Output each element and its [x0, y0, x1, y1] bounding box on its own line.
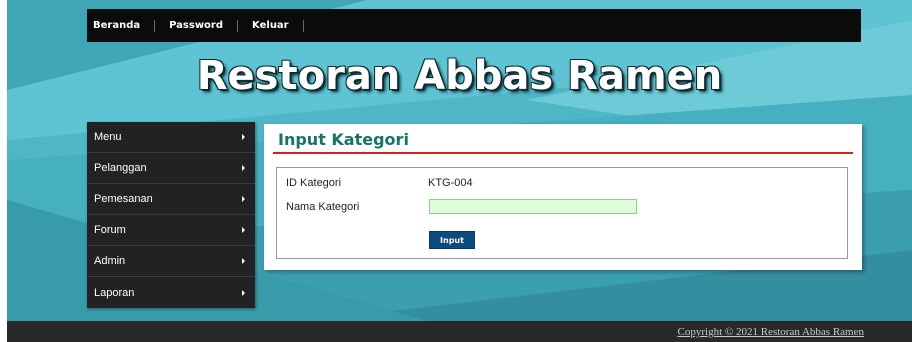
sidebar-item-label: Admin — [94, 255, 126, 267]
chevron-right-icon — [242, 289, 245, 296]
footer: Copyright © 2021 Restoran Abbas Ramen — [7, 321, 912, 342]
chevron-right-icon — [242, 196, 245, 202]
nav-link-password[interactable]: Password — [155, 19, 239, 32]
input-category-form: ID Kategori KTG-004 Nama Kategori Input — [276, 167, 848, 259]
sidebar-item-label: Menu — [94, 131, 122, 143]
site-title: Restoran Abbas Ramen — [196, 53, 723, 99]
sidebar-menu: Menu Pelanggan Pemesanan Forum Admin Lap… — [87, 122, 255, 308]
page: Beranda Password Keluar Restoran Abbas R… — [7, 0, 912, 342]
content-panel: Input Kategori ID Kategori KTG-004 Nama … — [264, 124, 862, 270]
id-category-value: KTG-004 — [428, 177, 473, 189]
sidebar-item-label: Pemesanan — [94, 193, 153, 205]
sidebar-item-laporan[interactable]: Laporan — [87, 277, 255, 308]
chevron-right-icon — [242, 227, 245, 233]
sidebar-item-forum[interactable]: Forum — [87, 215, 255, 246]
input-submit-button[interactable]: Input — [429, 231, 475, 249]
category-name-label: Nama Kategori — [286, 201, 360, 213]
title-divider — [273, 152, 853, 154]
sidebar-item-label: Pelanggan — [94, 162, 147, 174]
chevron-right-icon — [242, 134, 245, 140]
sidebar-item-label: Laporan — [94, 286, 135, 299]
page-title: Input Kategori — [278, 130, 409, 149]
sidebar-item-menu[interactable]: Menu — [87, 122, 255, 153]
sidebar-item-pelanggan[interactable]: Pelanggan — [87, 153, 255, 184]
sidebar-item-pemesanan[interactable]: Pemesanan — [87, 184, 255, 215]
chevron-right-icon — [242, 165, 245, 171]
sidebar-item-admin[interactable]: Admin — [87, 246, 255, 277]
nav-link-keluar[interactable]: Keluar — [238, 19, 304, 32]
sidebar-item-label: Forum — [94, 224, 126, 236]
id-category-label: ID Kategori — [286, 177, 342, 189]
top-navigation-bar: Beranda Password Keluar — [87, 9, 861, 42]
copyright-link[interactable]: Copyright © 2021 Restoran Abbas Ramen — [678, 326, 864, 338]
category-name-input[interactable] — [429, 199, 637, 214]
chevron-right-icon — [242, 258, 245, 264]
nav-link-beranda[interactable]: Beranda — [87, 19, 156, 32]
